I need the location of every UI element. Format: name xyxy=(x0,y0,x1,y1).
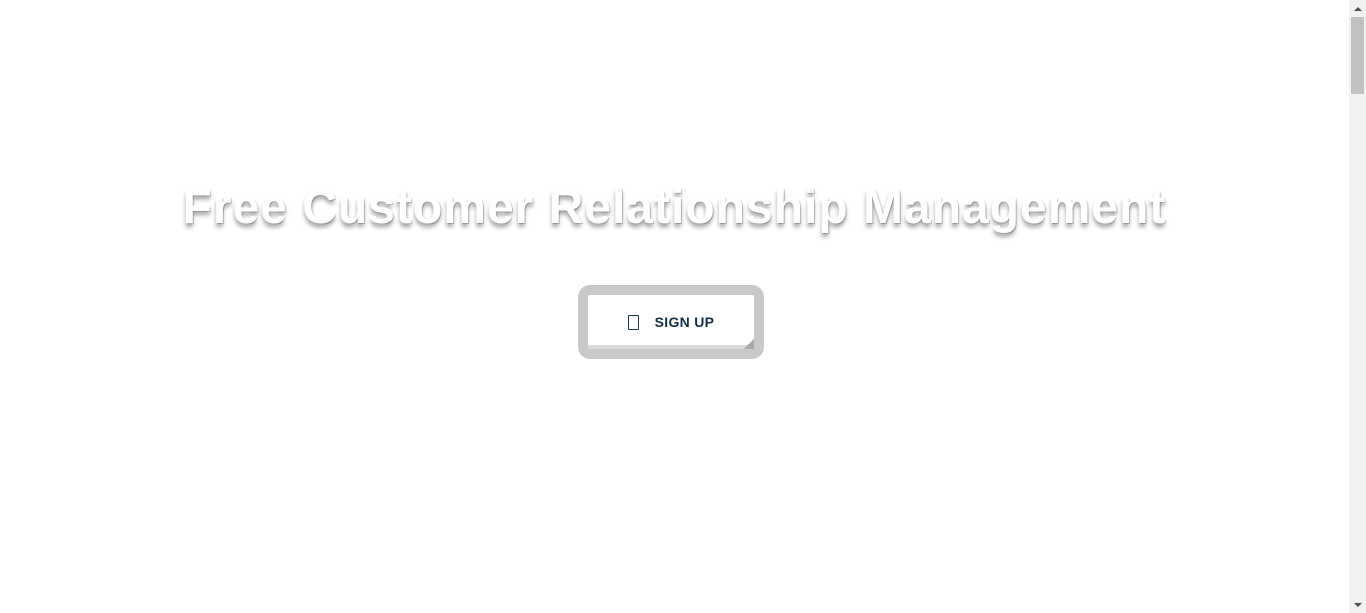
signup-button[interactable]: SIGN UP xyxy=(588,295,754,349)
vertical-scrollbar[interactable] xyxy=(1349,0,1366,613)
hero-title: Free Customer Relationship Management xyxy=(182,181,1167,234)
signup-button-frame: SIGN UP xyxy=(578,285,764,359)
landing-page: Free Customer Relationship Management SI… xyxy=(0,0,1349,613)
scroll-down-arrow[interactable] xyxy=(1349,596,1366,613)
scroll-up-arrow[interactable] xyxy=(1349,0,1366,17)
phone-icon xyxy=(627,314,639,330)
scroll-thumb[interactable] xyxy=(1351,17,1364,94)
signup-button-label: SIGN UP xyxy=(654,314,715,330)
